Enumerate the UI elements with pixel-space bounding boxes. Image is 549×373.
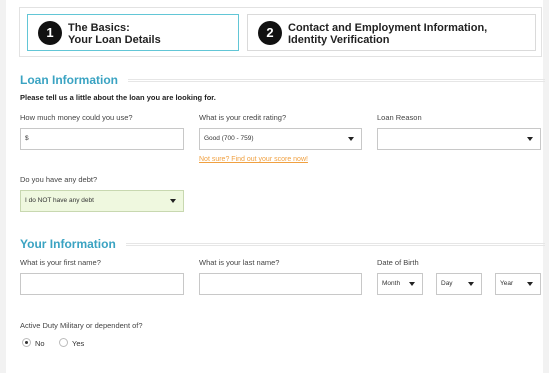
chevron-down-icon	[527, 137, 533, 141]
step-progress: 1 The Basics: Your Loan Details 2 Contac…	[19, 7, 542, 57]
credit-score-help-link[interactable]: Not sure? Find out your score now!	[199, 156, 308, 163]
chevron-down-icon	[527, 282, 533, 286]
dob-day-value: Day	[441, 280, 453, 287]
debt-value: I do NOT have any debt	[25, 197, 94, 204]
loan-information-header: Loan Information	[20, 73, 545, 87]
form-card: 1 The Basics: Your Loan Details 2 Contac…	[6, 0, 545, 373]
your-information-header: Your Information	[20, 237, 545, 251]
dob-day-select[interactable]: Day	[436, 273, 482, 295]
date-of-birth-label: Date of Birth	[377, 258, 419, 267]
credit-rating-select[interactable]: Good (700 - 759)	[199, 128, 362, 150]
loan-amount-value: $	[25, 135, 29, 142]
loan-amount-label: How much money could you use?	[20, 113, 133, 122]
step-title-line1: The Basics:	[68, 22, 130, 34]
chevron-down-icon	[348, 137, 354, 141]
step-number-badge: 1	[38, 21, 62, 45]
dob-month-value: Month	[382, 280, 401, 287]
credit-rating-label: What is your credit rating?	[199, 113, 287, 122]
dob-year-select[interactable]: Year	[495, 273, 541, 295]
step-title-line2: Identity Verification	[288, 34, 390, 46]
credit-rating-value: Good (700 - 759)	[204, 135, 254, 142]
chevron-down-icon	[409, 282, 415, 286]
first-name-label: What is your first name?	[20, 258, 101, 267]
step-contact-identity[interactable]: 2 Contact and Employment Information, Id…	[247, 14, 536, 51]
loan-reason-select[interactable]	[377, 128, 541, 150]
military-no-radio[interactable]	[22, 338, 31, 347]
military-no-label[interactable]: No	[35, 339, 45, 348]
step-title: Contact and Employment Information, Iden…	[288, 22, 487, 46]
chevron-down-icon	[468, 282, 474, 286]
military-yes-radio[interactable]	[59, 338, 68, 347]
step-basics[interactable]: 1 The Basics: Your Loan Details	[27, 14, 239, 51]
loan-intro-text: Please tell us a little about the loan y…	[20, 93, 216, 102]
step-title: The Basics: Your Loan Details	[68, 22, 161, 46]
step-number-badge: 2	[258, 21, 282, 45]
loan-reason-label: Loan Reason	[377, 113, 422, 122]
military-label: Active Duty Military or dependent of?	[20, 321, 143, 330]
section-title: Loan Information	[20, 73, 128, 87]
step-title-line2: Your Loan Details	[68, 34, 161, 46]
debt-label: Do you have any debt?	[20, 175, 98, 184]
debt-select[interactable]: I do NOT have any debt	[20, 190, 184, 212]
chevron-down-icon	[170, 199, 176, 203]
loan-amount-input[interactable]: $	[20, 128, 184, 150]
last-name-label: What is your last name?	[199, 258, 280, 267]
military-yes-label[interactable]: Yes	[72, 339, 84, 348]
last-name-input[interactable]	[199, 273, 362, 295]
dob-month-select[interactable]: Month	[377, 273, 423, 295]
dob-year-value: Year	[500, 280, 514, 287]
section-title: Your Information	[20, 237, 126, 251]
first-name-input[interactable]	[20, 273, 184, 295]
step-title-line1: Contact and Employment Information,	[288, 22, 488, 34]
